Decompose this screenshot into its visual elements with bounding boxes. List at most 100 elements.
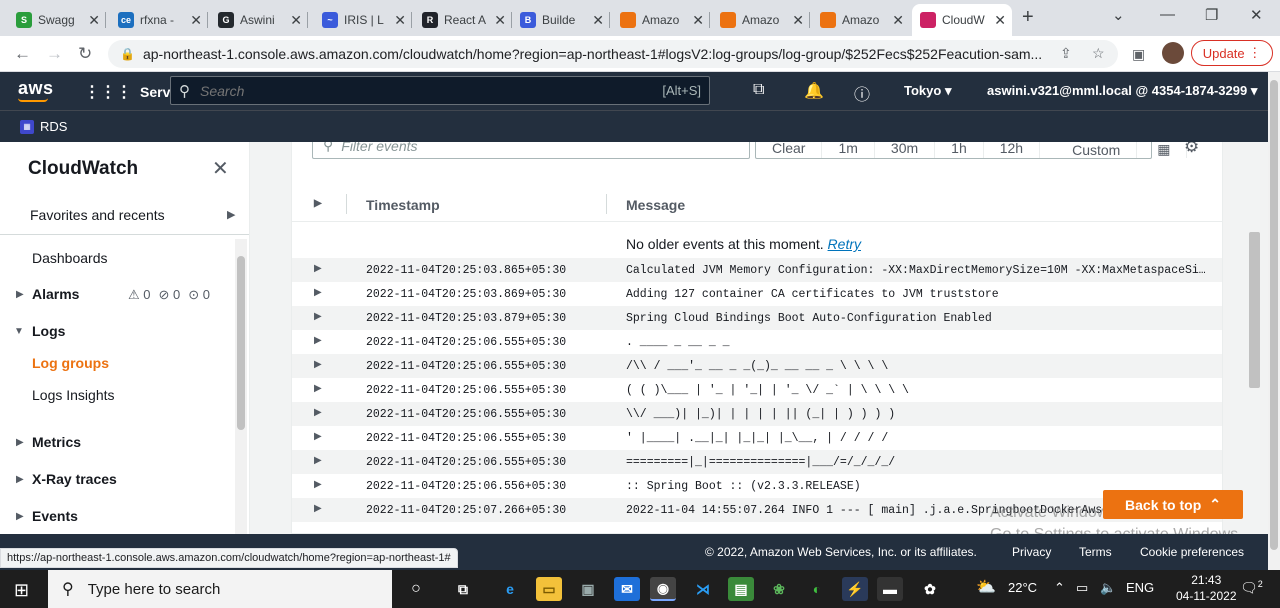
cortana-icon[interactable]: ○ bbox=[403, 577, 429, 601]
range-clear[interactable]: Clear bbox=[756, 142, 823, 158]
range-30m[interactable]: 30m bbox=[875, 142, 936, 158]
expand-row-icon[interactable]: ▶ bbox=[314, 311, 322, 322]
page-scrollbar-thumb[interactable] bbox=[1270, 80, 1278, 550]
edge-icon[interactable]: e bbox=[497, 577, 523, 601]
restore-icon[interactable]: ❐ bbox=[1205, 6, 1218, 24]
expand-row-icon[interactable]: ▶ bbox=[314, 383, 322, 394]
log-row[interactable]: ▶ 2022-11-04T20:25:03.879+05:30 Spring Clo… bbox=[292, 306, 1222, 330]
tab-search-icon[interactable]: ⌄ bbox=[1112, 6, 1125, 24]
browser-tab[interactable]: ~ IRIS | L ✕ bbox=[314, 4, 412, 36]
notifications-bell-icon[interactable]: 🔔 bbox=[804, 81, 824, 101]
network-icon[interactable]: ▭ bbox=[1076, 580, 1088, 596]
taskbar-search[interactable]: ⚲ Type here to search bbox=[48, 570, 392, 608]
range-1h[interactable]: 1h bbox=[935, 142, 984, 158]
cloudshell-icon[interactable]: ⧉ bbox=[753, 81, 764, 99]
browser-tab[interactable]: B Builde ✕ bbox=[512, 4, 610, 36]
close-icon[interactable]: ✕ bbox=[212, 156, 229, 181]
range-12h[interactable]: 12h bbox=[984, 142, 1041, 158]
browser-tab[interactable]: S Swagg ✕ bbox=[8, 4, 106, 36]
spring-icon[interactable]: ❀ bbox=[766, 577, 792, 601]
sidebar-item-events[interactable]: Events bbox=[32, 508, 78, 524]
sidebar-scrollbar-thumb[interactable] bbox=[237, 256, 245, 430]
side-panel-icon[interactable]: ▣ bbox=[1132, 46, 1145, 63]
browser-tab[interactable]: Amazo ✕ bbox=[612, 4, 710, 36]
terminal-icon[interactable]: ▬ bbox=[877, 577, 903, 601]
expand-row-icon[interactable]: ▶ bbox=[314, 431, 322, 442]
forward-icon[interactable]: → bbox=[46, 44, 63, 64]
range-custom[interactable]: Custom ▦ bbox=[1040, 142, 1203, 158]
log-row[interactable]: ▶ 2022-11-04T20:25:03.869+05:30 Adding 127… bbox=[292, 282, 1222, 306]
windows-start-icon[interactable]: ⊞ bbox=[14, 580, 29, 601]
region-selector[interactable]: Tokyo ▾ bbox=[904, 83, 951, 99]
favorite-rds[interactable]: ▦ RDS bbox=[20, 119, 67, 134]
store-icon[interactable]: ▣ bbox=[575, 577, 601, 601]
app3-icon[interactable]: ✿ bbox=[917, 577, 943, 601]
notification-center-icon[interactable]: 🗨2 bbox=[1240, 579, 1263, 597]
sidebar-item-metrics[interactable]: Metrics bbox=[32, 434, 81, 450]
profile-avatar[interactable] bbox=[1162, 42, 1184, 64]
caret-right-icon[interactable]: ▶ bbox=[16, 511, 24, 522]
expand-row-icon[interactable]: ▶ bbox=[314, 263, 322, 274]
alarm-insufficient-badge[interactable]: ⊙ 0 bbox=[188, 287, 210, 303]
close-tab-icon[interactable]: ✕ bbox=[892, 12, 904, 29]
sidebar-item-dashboards[interactable]: Dashboards bbox=[32, 250, 108, 266]
new-tab-button[interactable]: + bbox=[1022, 6, 1034, 29]
expand-row-icon[interactable]: ▶ bbox=[314, 359, 322, 370]
footer-privacy-link[interactable]: Privacy bbox=[1012, 545, 1051, 559]
footer-terms-link[interactable]: Terms bbox=[1079, 545, 1112, 559]
caret-right-icon[interactable]: ▶ bbox=[16, 437, 24, 448]
volume-icon[interactable]: 🔈 bbox=[1100, 580, 1116, 596]
log-row[interactable]: ▶ 2022-11-04T20:25:06.555+05:30 \\/ ___)| … bbox=[292, 402, 1222, 426]
chrome-icon[interactable]: ◉ bbox=[650, 577, 676, 601]
sidebar-item-logs[interactable]: Logs bbox=[32, 323, 65, 339]
log-row[interactable]: ▶ 2022-11-04T20:25:06.555+05:30 ( ( )\___ … bbox=[292, 378, 1222, 402]
aws-search-box[interactable]: ⚲ [Alt+S] bbox=[170, 76, 710, 105]
caret-down-icon[interactable]: ▼ bbox=[14, 326, 24, 337]
alarm-ok-badge[interactable]: ⊘ 0 bbox=[159, 287, 181, 303]
browser-tab[interactable]: CloudW ✕ bbox=[912, 4, 1012, 36]
range-1m[interactable]: 1m bbox=[822, 142, 875, 158]
caret-right-icon[interactable]: ▶ bbox=[227, 208, 235, 221]
close-tab-icon[interactable]: ✕ bbox=[692, 12, 704, 29]
vscode-icon[interactable]: ⋊ bbox=[690, 577, 716, 601]
footer-cookie-link[interactable]: Cookie preferences bbox=[1140, 545, 1244, 559]
bookmark-star-icon[interactable]: ☆ bbox=[1092, 45, 1105, 62]
back-icon[interactable]: ← bbox=[14, 44, 31, 64]
expand-row-icon[interactable]: ▶ bbox=[314, 335, 322, 346]
sidebar-item-xray[interactable]: X-Ray traces bbox=[32, 471, 117, 487]
aws-logo[interactable]: aws bbox=[18, 78, 54, 99]
expand-row-icon[interactable]: ▶ bbox=[314, 455, 322, 466]
log-row[interactable]: ▶ 2022-11-04T20:25:06.555+05:30 . ____ _ _… bbox=[292, 330, 1222, 354]
share-icon[interactable]: ⇪ bbox=[1060, 45, 1072, 62]
minimize-icon[interactable]: — bbox=[1160, 6, 1175, 23]
col-message[interactable]: Message bbox=[626, 197, 685, 213]
browser-tab[interactable]: ce rfxna - ✕ bbox=[110, 4, 208, 36]
log-row[interactable]: ▶ 2022-11-04T20:25:06.555+05:30 =========|… bbox=[292, 450, 1222, 474]
close-tab-icon[interactable]: ✕ bbox=[290, 12, 302, 29]
caret-right-icon[interactable]: ▶ bbox=[16, 289, 24, 300]
close-tab-icon[interactable]: ✕ bbox=[994, 12, 1006, 29]
expand-all-icon[interactable]: ▶ bbox=[314, 198, 322, 209]
log-row[interactable]: ▶ 2022-11-04T20:25:03.865+05:30 Calculated… bbox=[292, 258, 1222, 282]
alarm-in-alarm-badge[interactable]: ⚠ 0 bbox=[128, 287, 151, 303]
expand-row-icon[interactable]: ▶ bbox=[314, 407, 322, 418]
filter-events-input[interactable]: ⚲ Filter events bbox=[312, 142, 750, 159]
task-view-icon[interactable]: ⧉ bbox=[450, 577, 476, 601]
tray-expand-icon[interactable]: ⌃ bbox=[1054, 580, 1065, 596]
url-field[interactable]: 🔒 ap-northeast-1.console.aws.amazon.com/… bbox=[108, 40, 1118, 68]
close-tab-icon[interactable]: ✕ bbox=[494, 12, 506, 29]
log-row[interactable]: ▶ 2022-11-04T20:25:06.555+05:30 ' |____| .… bbox=[292, 426, 1222, 450]
account-menu[interactable]: aswini.v321@mml.local @ 4354-1874-3299 ▾ bbox=[987, 83, 1257, 99]
mail-icon[interactable]: ✉ bbox=[614, 577, 640, 601]
back-to-top-button[interactable]: Back to top ⌃ bbox=[1103, 490, 1243, 519]
gear-icon[interactable]: ⚙ bbox=[1184, 142, 1199, 157]
app2-icon[interactable]: ⚡ bbox=[842, 577, 868, 601]
reload-icon[interactable]: ↻ bbox=[78, 44, 92, 64]
system-clock[interactable]: 21:43 04-11-2022 bbox=[1176, 572, 1237, 604]
log-row[interactable]: ▶ 2022-11-04T20:25:06.556+05:30:: Spring … bbox=[292, 474, 1222, 498]
help-icon[interactable]: ⓘ bbox=[854, 81, 870, 105]
update-button[interactable]: Update ⋮ bbox=[1191, 40, 1273, 66]
app-icon[interactable]: ◐ bbox=[804, 577, 830, 601]
temperature[interactable]: 22°C bbox=[1008, 580, 1037, 595]
file-explorer-icon[interactable]: ▭ bbox=[536, 577, 562, 601]
